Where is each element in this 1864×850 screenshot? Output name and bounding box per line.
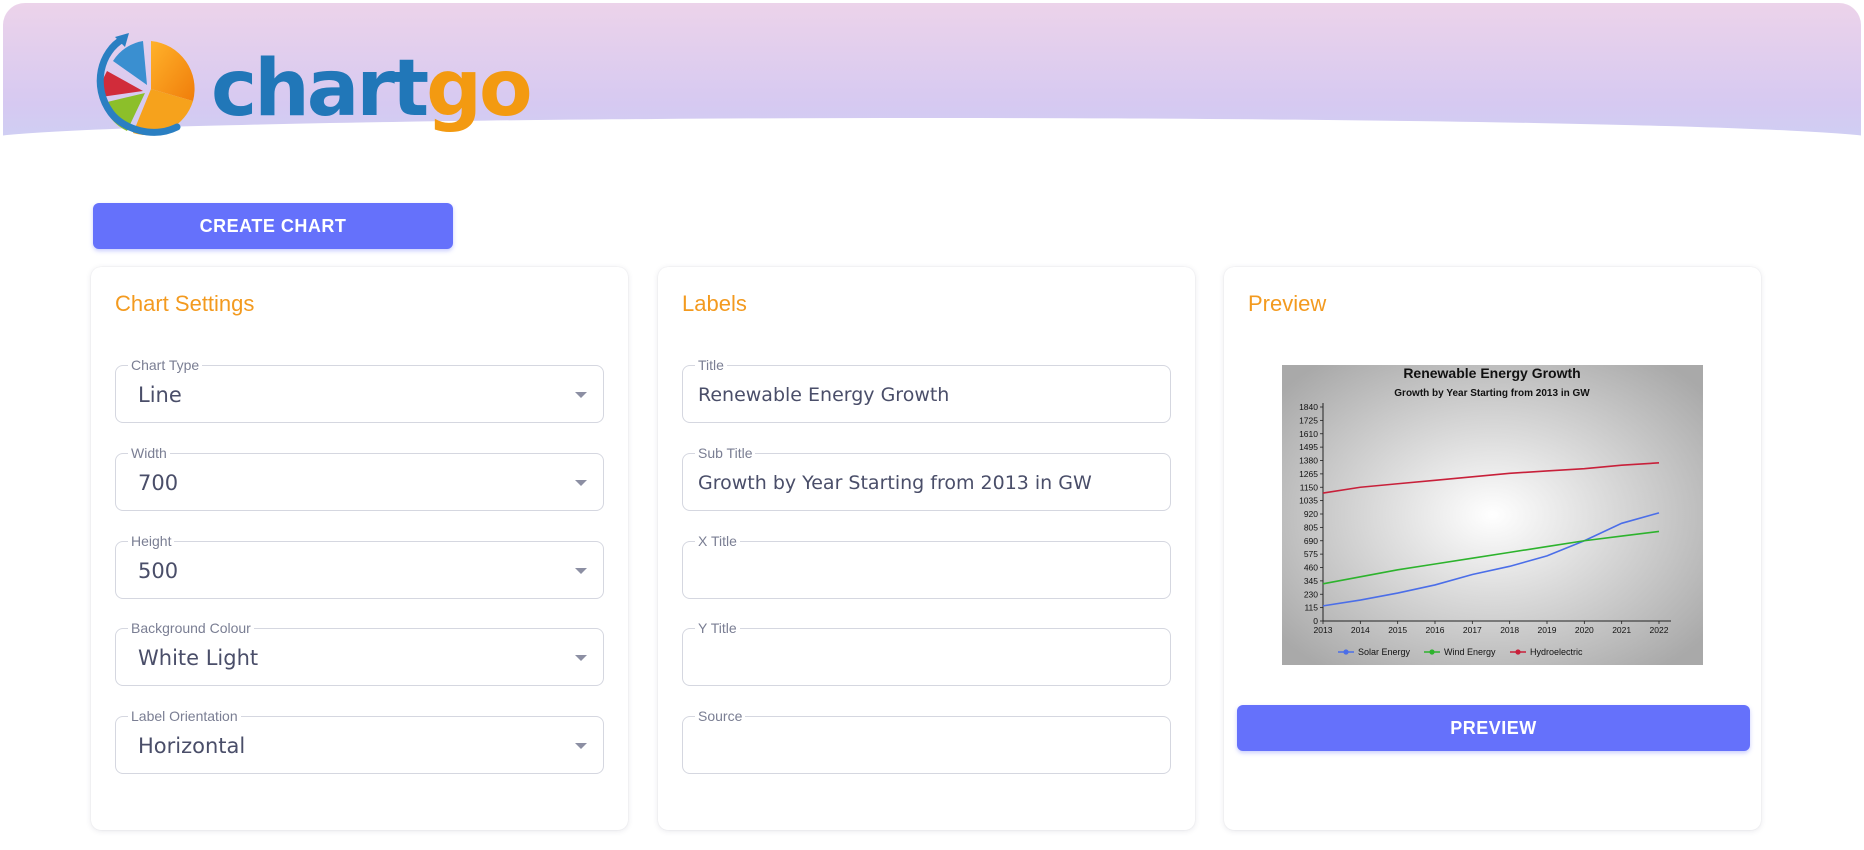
y-tick-label: 1380 — [1299, 456, 1318, 466]
x-tick-label: 2013 — [1314, 625, 1333, 635]
chart-settings-heading: Chart Settings — [115, 291, 255, 316]
y-tick-label: 1150 — [1300, 482, 1319, 492]
y-tick-label: 1035 — [1299, 496, 1318, 506]
x-tick-label: 2020 — [1575, 625, 1594, 635]
y-tick-label: 460 — [1304, 563, 1318, 573]
x-tick-label: 2014 — [1351, 625, 1370, 635]
title-input[interactable]: Title Renewable Energy Growth — [682, 357, 1171, 423]
y-tick-label: 1495 — [1299, 442, 1318, 452]
source-input[interactable]: Source — [682, 708, 1171, 774]
x-tick-label: 2017 — [1463, 625, 1482, 635]
legend-swatch-marker — [1429, 649, 1435, 655]
chevron-down-icon — [575, 655, 587, 661]
preview-panel: Preview Renewable Energy Growth Growth b… — [1224, 267, 1761, 830]
header-banner: chartgo — [3, 3, 1861, 148]
label-orientation-select[interactable]: Label Orientation Horizontal — [115, 708, 604, 774]
chart-type-value: Line — [138, 383, 182, 407]
background-colour-select[interactable]: Background Colour White Light — [115, 620, 604, 686]
line-chart: Renewable Energy Growth Growth by Year S… — [1282, 365, 1703, 665]
width-value: 700 — [138, 471, 179, 495]
y-tick-label: 1610 — [1299, 429, 1318, 439]
y-tick-label: 1840 — [1299, 402, 1318, 412]
chart-settings-panel: Chart Settings Chart Type Line Width 700… — [91, 267, 628, 830]
x-tick-label: 2019 — [1538, 625, 1557, 635]
chart-background — [1282, 365, 1703, 665]
x-tick-label: 2016 — [1426, 625, 1445, 635]
preview-button[interactable]: PREVIEW — [1237, 705, 1750, 751]
legend-label: Wind Energy — [1444, 647, 1496, 657]
height-select[interactable]: Height 500 — [115, 533, 604, 599]
x-tick-label: 2021 — [1612, 625, 1631, 635]
chevron-down-icon — [575, 480, 587, 486]
height-label: Height — [128, 533, 175, 549]
chart-title: Renewable Energy Growth — [1403, 365, 1580, 381]
preview-heading: Preview — [1248, 291, 1327, 316]
x-title-input[interactable]: X Title — [682, 533, 1171, 599]
label-orientation-value: Horizontal — [138, 734, 246, 758]
x-tick-label: 2018 — [1500, 625, 1519, 635]
y-tick-label: 920 — [1304, 509, 1318, 519]
y-tick-label: 230 — [1304, 589, 1318, 599]
y-tick-label: 345 — [1304, 576, 1318, 586]
sub-title-value: Growth by Year Starting from 2013 in GW — [698, 472, 1092, 494]
x-tick-label: 2015 — [1388, 625, 1407, 635]
y-tick-label: 115 — [1304, 603, 1318, 613]
legend-swatch-marker — [1515, 649, 1521, 655]
create-chart-button[interactable]: CREATE CHART — [93, 203, 453, 249]
y-title-input[interactable]: Y Title — [682, 620, 1171, 686]
y-tick-label: 1265 — [1299, 469, 1318, 479]
chevron-down-icon — [575, 392, 587, 398]
pie-chart-logo-icon — [96, 33, 195, 136]
chevron-down-icon — [575, 743, 587, 749]
chart-preview: Renewable Energy Growth Growth by Year S… — [1282, 365, 1703, 665]
source-label: Source — [695, 708, 746, 724]
chartgo-logo[interactable]: chartgo — [93, 31, 533, 141]
y-tick-label: 690 — [1304, 536, 1318, 546]
background-colour-label: Background Colour — [128, 620, 254, 636]
sub-title-input[interactable]: Sub Title Growth by Year Starting from 2… — [682, 445, 1171, 511]
title-value: Renewable Energy Growth — [698, 384, 950, 406]
sub-title-label: Sub Title — [695, 445, 756, 461]
y-tick-label: 805 — [1304, 522, 1318, 532]
width-select[interactable]: Width 700 — [115, 445, 604, 511]
width-label: Width — [128, 445, 170, 461]
chart-type-label: Chart Type — [128, 357, 203, 373]
title-label: Title — [695, 357, 727, 373]
legend-label: Hydroelectric — [1530, 647, 1583, 657]
x-tick-label: 2022 — [1650, 625, 1669, 635]
labels-heading: Labels — [682, 291, 747, 316]
y-tick-label: 1725 — [1299, 415, 1318, 425]
height-value: 500 — [138, 559, 179, 583]
y-tick-label: 575 — [1304, 549, 1318, 559]
logo-wordmark: chartgo — [211, 44, 533, 134]
background-colour-value: White Light — [138, 646, 259, 670]
labels-panel: Labels Title Renewable Energy Growth Sub… — [658, 267, 1195, 830]
x-title-label: X Title — [695, 533, 740, 549]
chart-subtitle: Growth by Year Starting from 2013 in GW — [1394, 388, 1590, 399]
chart-type-select[interactable]: Chart Type Line — [115, 357, 604, 423]
legend-swatch-marker — [1343, 649, 1349, 655]
chevron-down-icon — [575, 568, 587, 574]
y-title-label: Y Title — [695, 620, 740, 636]
label-orientation-label: Label Orientation — [128, 708, 241, 724]
legend-label: Solar Energy — [1358, 647, 1411, 657]
